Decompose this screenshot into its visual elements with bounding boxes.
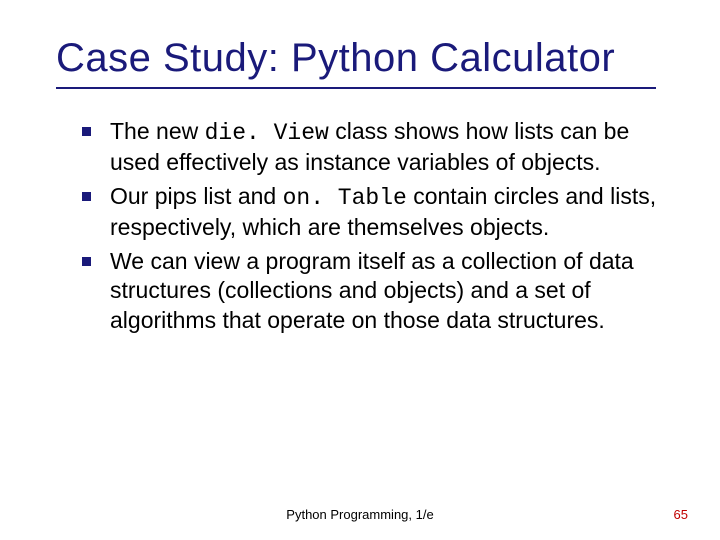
bullet-item: We can view a program itself as a collec… <box>76 247 680 335</box>
bullet-item: Our pips list and on. Table contain circ… <box>76 182 680 243</box>
slide-title: Case Study: Python Calculator <box>56 36 680 81</box>
bullet-text-pre: The new <box>110 118 205 144</box>
title-rule <box>56 87 656 89</box>
bullet-item: The new die. View class shows how lists … <box>76 117 680 178</box>
bullet-text-pre: Our pips list and <box>110 183 283 209</box>
slide-body: The new die. View class shows how lists … <box>56 117 680 335</box>
bullet-list: The new die. View class shows how lists … <box>76 117 680 335</box>
inline-code: on. Table <box>283 185 407 211</box>
footer-text: Python Programming, 1/e <box>0 507 720 522</box>
bullet-text-pre: We can view a program itself as a collec… <box>110 248 634 333</box>
slide: Case Study: Python Calculator The new di… <box>0 0 720 540</box>
page-number: 65 <box>674 507 688 522</box>
inline-code: die. View <box>205 120 329 146</box>
